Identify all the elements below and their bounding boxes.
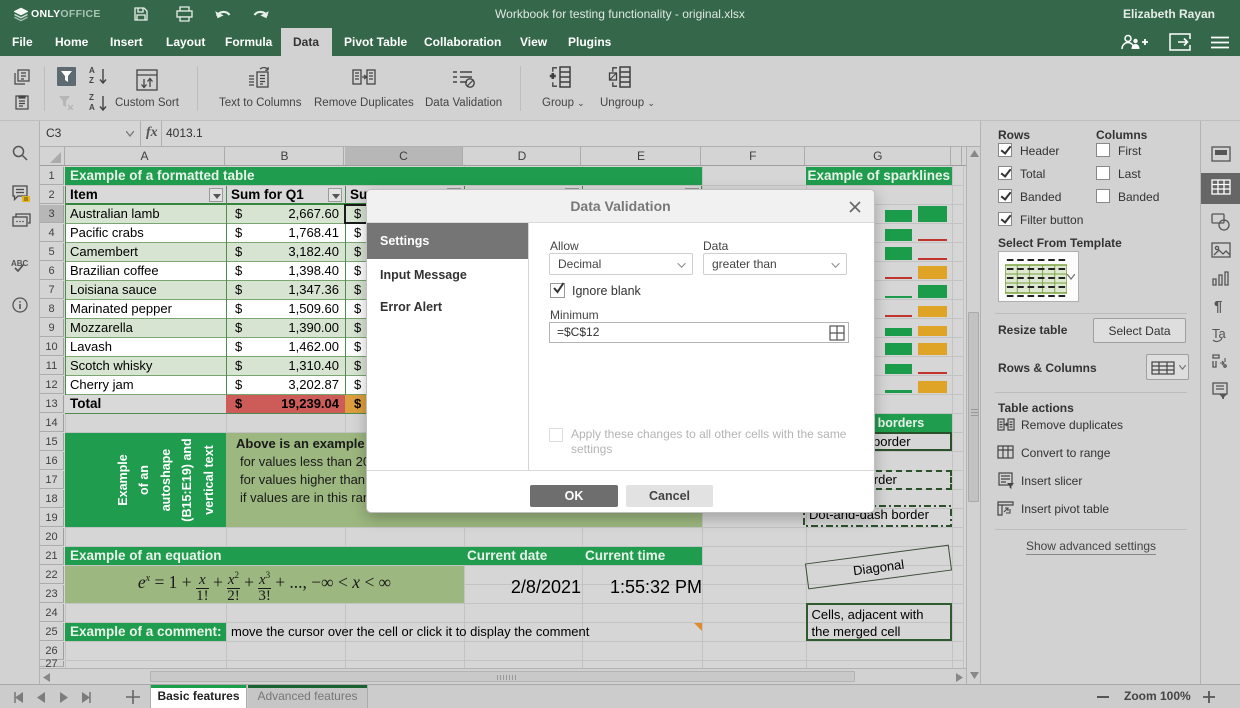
svg-text:Ta: Ta [1212,326,1227,341]
svg-text:ABC: ABC [11,259,29,268]
svg-text:¶: ¶ [1214,298,1222,315]
